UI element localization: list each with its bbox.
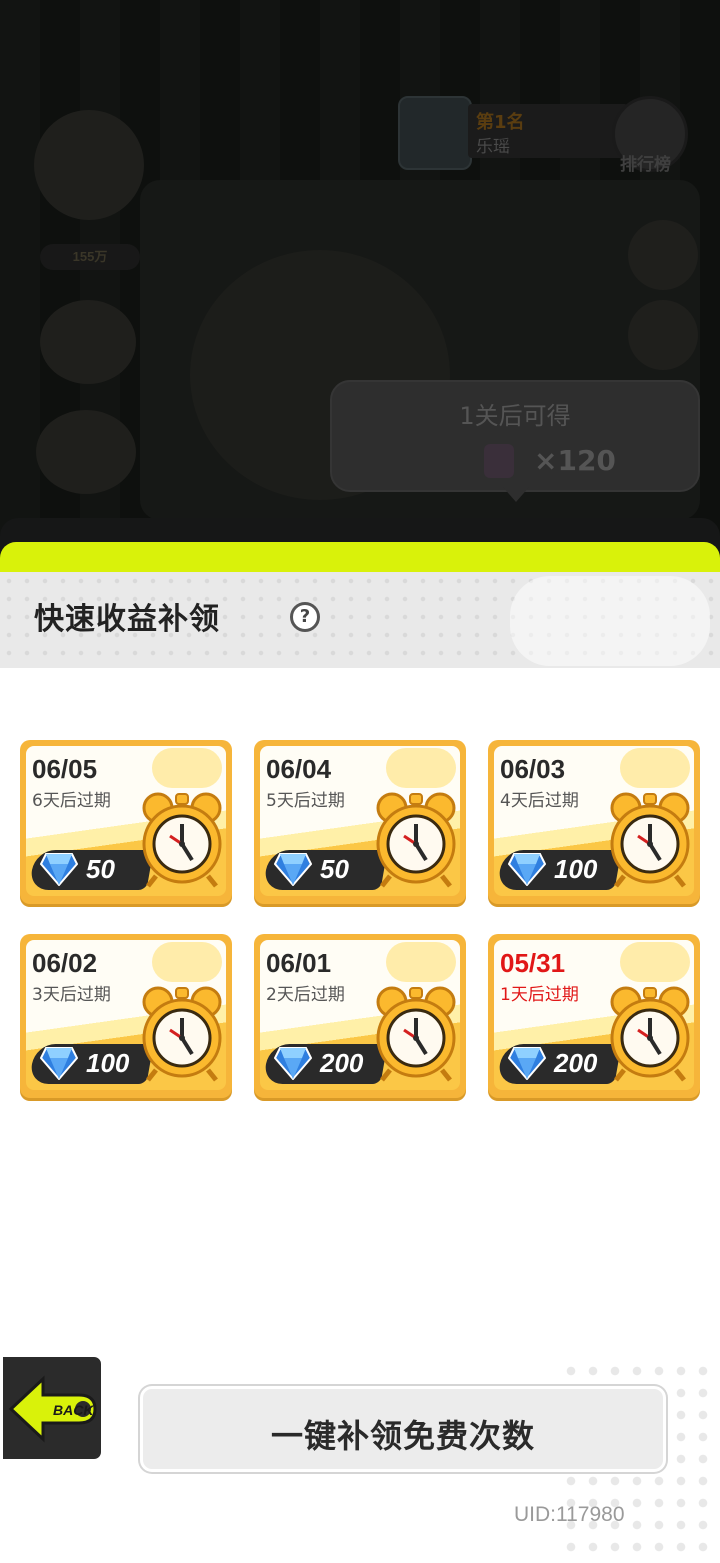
alarm-clock-icon	[142, 792, 222, 888]
card-shine	[386, 942, 456, 982]
reward-card[interactable]: 06/03 4天后过期 100	[488, 740, 700, 904]
diamond-icon	[274, 853, 312, 886]
reward-card[interactable]: 06/05 6天后过期 50	[20, 740, 232, 904]
rank-place: 第1名	[476, 112, 525, 133]
card-expiry: 4天后过期	[500, 791, 579, 811]
card-expiry: 5天后过期	[266, 791, 345, 811]
back-button[interactable]: BACK	[0, 1354, 104, 1462]
tooltip-title: 1关后可得	[459, 402, 571, 430]
reward-tooltip: 1关后可得 ×120	[330, 380, 700, 502]
menu-icon	[628, 220, 698, 290]
gem-amount: 200	[320, 1048, 364, 1078]
currency-badge: 155万	[40, 244, 140, 270]
claim-all-button[interactable]: 一键补领免费次数	[140, 1386, 666, 1472]
top-player-avatar	[398, 96, 472, 170]
card-expiry: 6天后过期	[32, 791, 111, 811]
task-icon	[628, 300, 698, 370]
spray-can-icon	[484, 444, 514, 478]
gem-amount: 100	[86, 1048, 130, 1078]
diamond-icon	[40, 853, 78, 886]
back-label: BACK	[53, 1402, 94, 1418]
card-shine	[152, 942, 222, 982]
reward-card[interactable]: 06/01 2天后过期 200	[254, 934, 466, 1098]
tooltip-amount: ×120	[534, 444, 616, 477]
card-shine	[620, 942, 690, 982]
card-date: 06/02	[32, 948, 98, 978]
leaderboard-label: 排行榜	[620, 155, 671, 175]
diamond-icon	[508, 1047, 546, 1080]
card-date: 05/31	[500, 948, 566, 978]
reward-card[interactable]: 06/02 3天后过期 100	[20, 934, 232, 1098]
rank-info: 第1名 乐瑶	[468, 104, 628, 158]
card-date: 06/01	[266, 948, 332, 978]
gem-amount: 200	[554, 1048, 598, 1078]
reward-card[interactable]: 05/31 1天后过期 200	[488, 934, 700, 1098]
alarm-clock-icon	[610, 986, 690, 1082]
event-icon	[40, 300, 136, 384]
alarm-clock-icon	[610, 792, 690, 888]
event-icon-2	[36, 410, 136, 494]
diamond-icon	[40, 1047, 78, 1080]
tooltip-tail	[502, 486, 530, 502]
card-date: 06/04	[266, 754, 332, 784]
uid-label: UID:117980	[514, 1503, 625, 1526]
card-expiry: 3天后过期	[32, 985, 111, 1005]
panel-title: 快速收益补领	[34, 602, 220, 637]
card-shine	[386, 748, 456, 788]
claim-all-label: 一键补领免费次数	[270, 1417, 535, 1455]
player-avatar-icon	[34, 110, 144, 220]
diamond-icon	[508, 853, 546, 886]
card-expiry: 1天后过期	[500, 985, 579, 1005]
card-date: 06/03	[500, 754, 566, 784]
card-expiry: 2天后过期	[266, 985, 345, 1005]
help-icon[interactable]: ?	[290, 602, 320, 632]
gem-amount: 50	[86, 854, 115, 884]
back-arrow-icon: BACK	[8, 1375, 97, 1443]
reward-card[interactable]: 06/04 5天后过期 50	[254, 740, 466, 904]
card-shine	[152, 748, 222, 788]
header-character-art	[510, 576, 710, 666]
card-shine	[620, 748, 690, 788]
leaderboard-card: 第1名 乐瑶 排行榜	[398, 96, 698, 175]
gem-amount: 50	[320, 854, 349, 884]
alarm-clock-icon	[376, 986, 456, 1082]
gem-amount: 100	[554, 854, 598, 884]
card-date: 06/05	[32, 754, 98, 784]
rank-player-name: 乐瑶	[476, 137, 510, 157]
diamond-icon	[274, 1047, 312, 1080]
alarm-clock-icon	[376, 792, 456, 888]
alarm-clock-icon	[142, 986, 222, 1082]
